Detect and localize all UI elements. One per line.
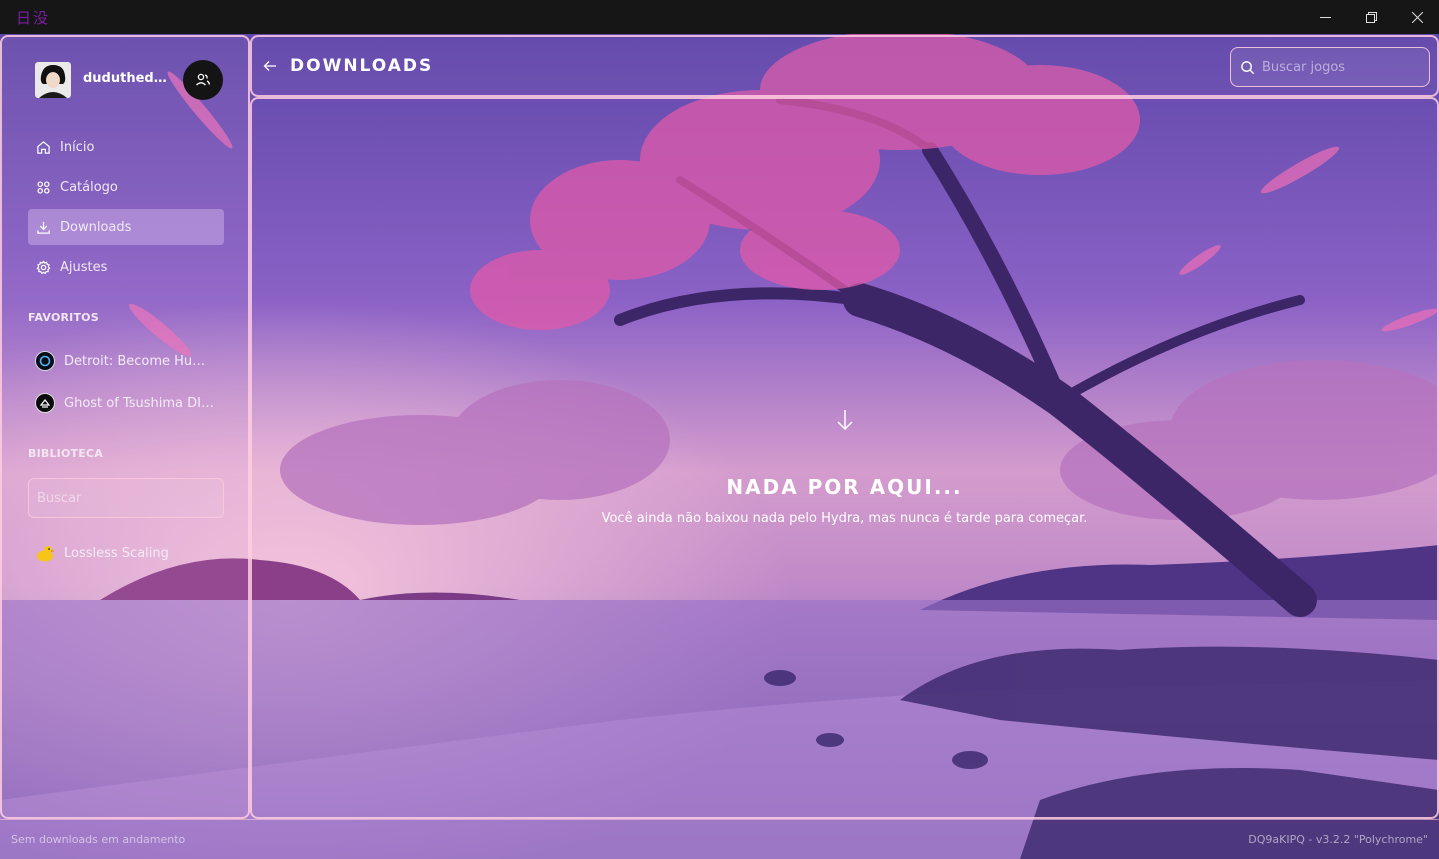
empty-state-title: NADA POR AQUI... <box>726 475 963 499</box>
favorite-item-label: Ghost of Tsushima DIR... <box>64 395 214 411</box>
download-icon <box>37 221 50 234</box>
minimize-icon <box>1319 16 1331 18</box>
version-text: DQ9aKIPQ - v3.2.2 "Polychrome" <box>1248 833 1428 846</box>
sidebar-item-label: Início <box>60 139 95 155</box>
downloads-panel: NADA POR AQUI... Você ainda não baixou n… <box>250 97 1439 819</box>
library-item-lossless-scaling[interactable]: Lossless Scaling <box>35 538 225 568</box>
back-arrow-icon[interactable] <box>263 59 277 73</box>
profile-name: duduthede... <box>83 71 173 86</box>
favorites-heading: FAVORITOS <box>28 311 99 324</box>
minimize-button[interactable] <box>1302 0 1348 34</box>
restore-icon <box>1365 11 1377 23</box>
favorite-item-ghost-of-tsushima[interactable]: Ghost of Tsushima DIR... <box>35 388 225 418</box>
game-search-input[interactable] <box>1262 59 1422 75</box>
favorite-item-detroit[interactable]: Detroit: Become Human <box>35 346 225 376</box>
sidebar-item-label: Downloads <box>60 219 132 235</box>
gear-icon <box>36 259 51 274</box>
home-icon <box>37 140 50 154</box>
sidebar-item-downloads[interactable]: Downloads <box>28 209 224 245</box>
sidebar-item-label: Ajustes <box>60 259 108 275</box>
avatar <box>35 62 71 98</box>
sidebar-item-catalogo[interactable]: Catálogo <box>28 169 224 205</box>
window-titlebar: 日没 <box>0 0 1439 34</box>
close-icon <box>1411 11 1423 23</box>
sidebar-item-inicio[interactable]: Início <box>28 129 224 165</box>
grid-icon <box>37 180 50 194</box>
page-header: DOWNLOADS <box>250 35 1439 97</box>
library-item-label: Lossless Scaling <box>64 545 169 561</box>
close-button[interactable] <box>1394 0 1439 34</box>
sidebar: duduthede... Início Catálogo Downloads A… <box>0 35 250 819</box>
detroit-game-icon <box>35 351 55 371</box>
profile-button[interactable]: duduthede... <box>35 62 173 98</box>
library-heading: BIBLIOTECA <box>28 447 103 460</box>
duck-icon <box>35 543 55 563</box>
friends-button[interactable] <box>183 60 223 100</box>
sidebar-nav: Início Catálogo Downloads Ajustes <box>28 129 224 289</box>
favorite-item-label: Detroit: Become Human <box>64 353 214 369</box>
ghost-of-tsushima-game-icon <box>35 393 55 413</box>
game-search[interactable] <box>1230 47 1430 87</box>
users-icon <box>196 73 211 86</box>
download-arrow-icon <box>837 410 853 431</box>
status-bar: Sem downloads em andamento DQ9aKIPQ - v3… <box>0 819 1439 859</box>
search-icon <box>1241 60 1255 74</box>
page-title: DOWNLOADS <box>290 56 434 76</box>
empty-state-subtitle: Você ainda não baixou nada pelo Hydra, m… <box>601 511 1088 526</box>
restore-button[interactable] <box>1348 0 1394 34</box>
download-status-text: Sem downloads em andamento <box>11 833 186 846</box>
sidebar-item-label: Catálogo <box>60 179 118 195</box>
app-title: 日没 <box>16 9 51 27</box>
sidebar-item-ajustes[interactable]: Ajustes <box>28 249 224 285</box>
library-search-input[interactable] <box>28 478 224 518</box>
